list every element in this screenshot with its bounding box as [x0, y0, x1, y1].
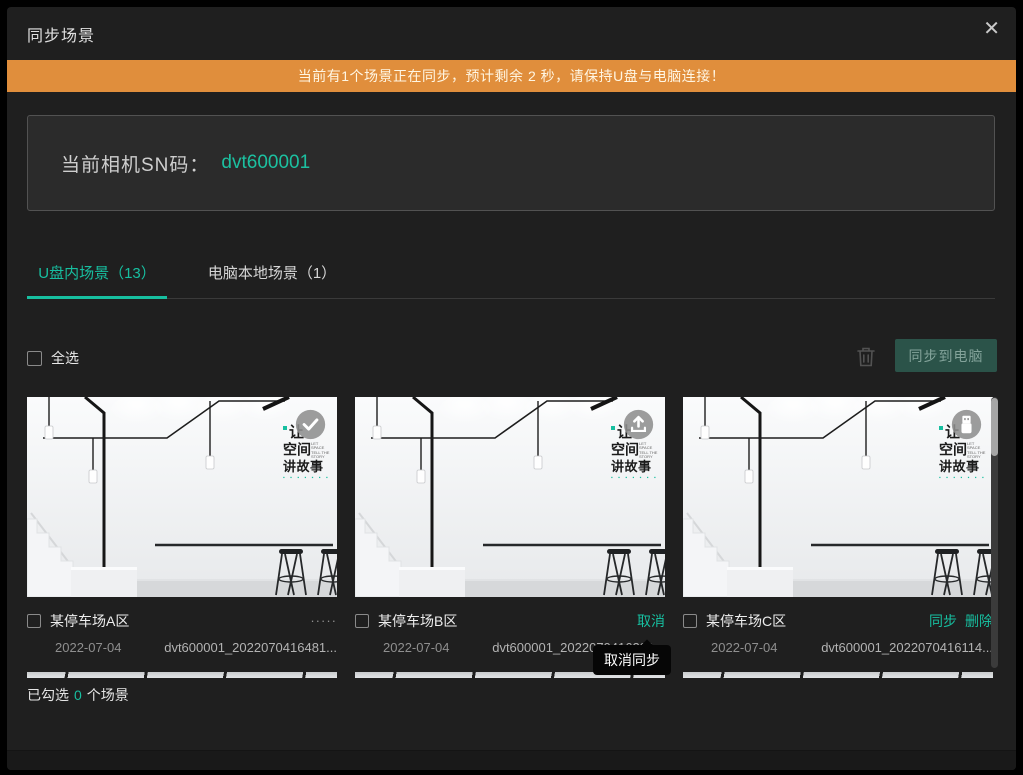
scene-checkbox[interactable] — [27, 614, 41, 628]
next-row-thumbnail-peek — [683, 672, 993, 678]
next-row-thumbnail-peek — [27, 672, 337, 678]
scene-card: 让 空间LET SPACE TELL THE STORY 讲故事 ▪ ▪ ▪ ▪… — [27, 397, 337, 655]
synced-check-icon — [294, 408, 327, 441]
selected-count-status: 已勾选0个场景 — [27, 685, 129, 705]
camera-sn-label: 当前相机SN码： — [61, 150, 209, 177]
banner-text: 当前有1个场景正在同步，预计剩余 2 秒，请保持U盘与电脑连接！ — [298, 66, 725, 86]
poster-dot — [283, 426, 287, 430]
camera-sn-value: dvt600001 — [221, 152, 310, 174]
usb-drive-icon — [950, 408, 983, 441]
delete-icon[interactable] — [856, 346, 876, 368]
cancel-sync-link[interactable]: 取消 — [637, 611, 665, 631]
scene-card: 让 空间LET SPACE TELL THE STORY 讲故事 ▪ ▪ ▪ ▪… — [683, 397, 993, 655]
cancel-sync-tooltip: 取消同步 — [593, 645, 671, 675]
scene-filename: dvt600001_2022070416114... — [821, 640, 993, 655]
scene-thumbnail[interactable]: 让 空间LET SPACE TELL THE STORY 讲故事 ▪ ▪ ▪ ▪… — [355, 397, 665, 597]
scene-name: 某停车场C区 — [706, 611, 786, 631]
poster-dot — [939, 426, 943, 430]
grid-scrollbar-track[interactable] — [991, 397, 998, 668]
scene-name: 某停车场B区 — [378, 611, 457, 631]
grid-scrollbar-thumb[interactable] — [991, 398, 998, 456]
sync-scenes-dialog: 同步场景 ✕ 当前有1个场景正在同步，预计剩余 2 秒，请保持U盘与电脑连接！ … — [7, 7, 1016, 770]
select-all-label: 全选 — [51, 348, 79, 368]
scene-checkbox[interactable] — [683, 614, 697, 628]
scene-name: 某停车场A区 — [50, 611, 129, 631]
scene-date: 2022-07-04 — [683, 640, 778, 655]
dialog-title: 同步场景 — [27, 22, 95, 46]
scene-card: 让 空间LET SPACE TELL THE STORY 讲故事 ▪ ▪ ▪ ▪… — [355, 397, 665, 655]
tab-local-scenes[interactable]: 电脑本地场景（1） — [187, 251, 357, 298]
scene-checkbox[interactable] — [355, 614, 369, 628]
uploading-icon — [622, 408, 655, 441]
poster-dot — [611, 426, 615, 430]
delete-scene-link[interactable]: 删除 — [965, 611, 993, 631]
scene-date: 2022-07-04 — [27, 640, 122, 655]
scene-source-tabs: U盘内场景（13） 电脑本地场景（1） — [27, 251, 995, 299]
sync-scene-link[interactable]: 同步 — [929, 611, 957, 631]
scene-thumbnail[interactable]: 让 空间LET SPACE TELL THE STORY 讲故事 ▪ ▪ ▪ ▪… — [683, 397, 993, 597]
sync-progress-banner: 当前有1个场景正在同步，预计剩余 2 秒，请保持U盘与电脑连接！ — [7, 60, 1016, 92]
dialog-footer — [7, 750, 1016, 770]
select-all-row: 全选 — [27, 348, 79, 368]
selected-count: 0 — [74, 687, 82, 703]
tab-usb-scenes[interactable]: U盘内场景（13） — [27, 251, 167, 298]
more-options-icon[interactable]: ····· — [310, 613, 337, 628]
scene-filename: dvt600001_2022070416481... — [164, 640, 337, 655]
scene-thumbnail[interactable]: 让 空间LET SPACE TELL THE STORY 讲故事 ▪ ▪ ▪ ▪… — [27, 397, 337, 597]
sync-to-computer-button[interactable]: 同步到电脑 — [895, 339, 997, 372]
camera-sn-panel: 当前相机SN码： dvt600001 — [27, 115, 995, 211]
scene-card-grid: 让 空间LET SPACE TELL THE STORY 讲故事 ▪ ▪ ▪ ▪… — [27, 397, 993, 655]
close-icon[interactable]: ✕ — [983, 17, 1000, 41]
scene-date: 2022-07-04 — [355, 640, 450, 655]
select-all-checkbox[interactable] — [27, 351, 42, 366]
